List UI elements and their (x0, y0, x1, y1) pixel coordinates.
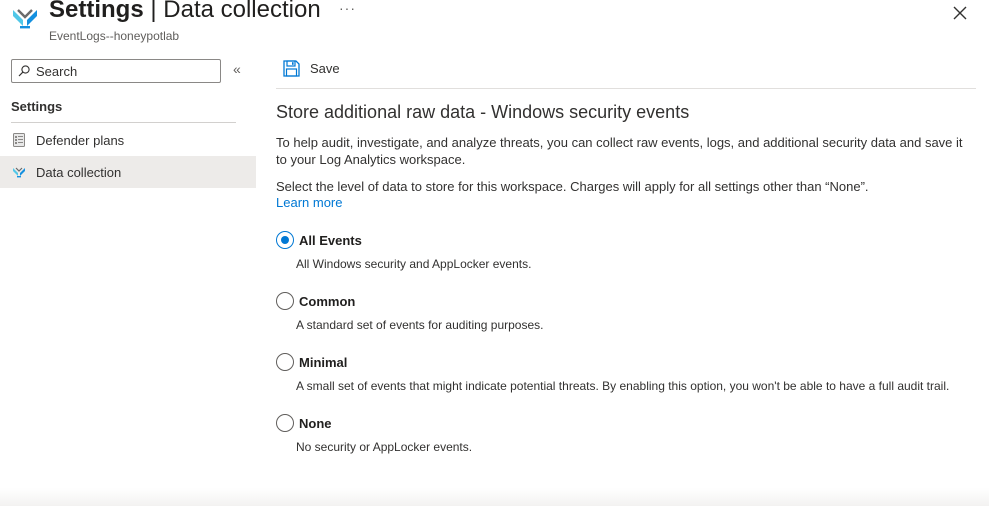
radio-none[interactable] (276, 414, 294, 432)
sidebar-item-defender-plans[interactable]: Defender plans (0, 124, 256, 156)
radio-minimal[interactable] (276, 353, 294, 371)
page-subtitle: EventLogs--honeypotlab (49, 29, 180, 43)
page-title: Settings | Data collection (49, 0, 321, 24)
description-paragraph: To help audit, investigate, and analyze … (276, 135, 963, 167)
option-none: None No security or AppLocker events. (276, 414, 976, 454)
radio-row-common[interactable]: Common (276, 292, 976, 310)
search-input[interactable] (36, 63, 216, 79)
sidebar-divider (11, 122, 236, 123)
save-button-label: Save (310, 61, 340, 76)
sidebar-section-label: Settings (11, 99, 63, 114)
option-label[interactable]: Common (299, 294, 355, 309)
option-label[interactable]: None (299, 416, 332, 431)
bottom-shadow (0, 488, 989, 506)
option-common: Common A standard set of events for audi… (276, 292, 976, 332)
defender-plans-icon (12, 133, 26, 147)
data-collection-app-icon (10, 4, 40, 32)
sidebar-item-label: Data collection (36, 164, 122, 180)
option-description: All Windows security and AppLocker event… (296, 257, 532, 271)
sidebar-item-data-collection[interactable]: Data collection (0, 156, 256, 188)
radio-row-none[interactable]: None (276, 414, 976, 432)
learn-more-link[interactable]: Learn more (276, 195, 342, 210)
radio-row-minimal[interactable]: Minimal (276, 353, 976, 371)
blade-header: Settings | Data collection ··· EventLogs… (0, 0, 989, 48)
save-icon (283, 60, 300, 77)
main-content: Store additional raw data - Windows secu… (276, 100, 976, 454)
instruction-paragraph: Select the level of data to store for th… (276, 179, 869, 194)
search-icon (18, 65, 30, 77)
sidebar: « Settings Defender plans Dat (0, 54, 256, 494)
page-title-rest: Data collection (163, 0, 321, 23)
search-box[interactable] (11, 59, 221, 83)
page-title-separator: | (143, 0, 164, 23)
close-button[interactable] (951, 4, 969, 22)
section-heading: Store additional raw data - Windows secu… (276, 102, 690, 122)
page-title-main: Settings (49, 0, 144, 23)
command-bar: Save (276, 54, 976, 89)
save-button[interactable]: Save (283, 60, 340, 77)
option-label[interactable]: All Events (299, 233, 362, 248)
radio-common[interactable] (276, 292, 294, 310)
option-label[interactable]: Minimal (299, 355, 347, 370)
radio-all-events[interactable] (276, 231, 294, 249)
option-minimal: Minimal A small set of events that might… (276, 353, 976, 393)
data-collection-icon (12, 165, 26, 179)
close-icon (953, 6, 967, 20)
option-description: A small set of events that might indicat… (296, 379, 950, 393)
option-all-events: All Events All Windows security and AppL… (276, 231, 976, 271)
collapse-sidebar-button[interactable]: « (233, 61, 241, 77)
sidebar-item-label: Defender plans (36, 132, 125, 148)
option-description: A standard set of events for auditing pu… (296, 318, 544, 332)
option-description: No security or AppLocker events. (296, 440, 473, 454)
more-options-button[interactable]: ··· (339, 0, 356, 16)
radio-row-all-events[interactable]: All Events (276, 231, 976, 249)
